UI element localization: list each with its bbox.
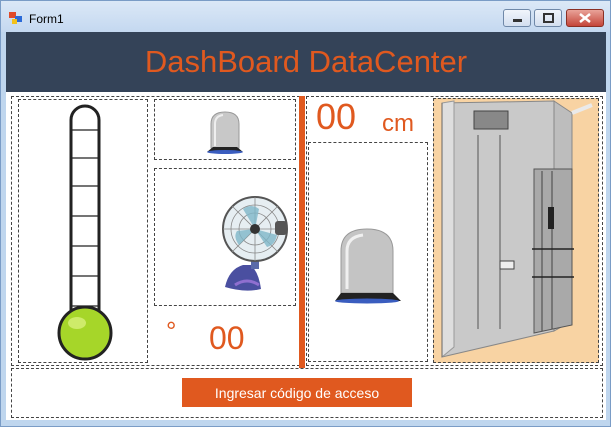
room-3d-icon: [441, 100, 593, 359]
app-window: Form1 DashBoard DataCenter ° 00 00 cm In…: [0, 0, 611, 427]
enter-access-code-button[interactable]: Ingresar código de acceso: [182, 378, 412, 407]
thermometer-box: [18, 99, 148, 363]
bell-jar-icon: [207, 111, 243, 154]
close-button[interactable]: [566, 9, 604, 27]
title-bar[interactable]: Form1: [1, 1, 610, 32]
dashboard-header: DashBoard DataCenter: [6, 32, 606, 92]
maximize-icon: [543, 13, 554, 23]
close-icon: [579, 13, 591, 23]
degree-symbol: °: [166, 316, 177, 346]
section-divider: [299, 96, 305, 368]
thermometer-icon: [57, 104, 113, 361]
maximize-button[interactable]: [534, 9, 562, 27]
indicator-box-large: [308, 142, 428, 362]
indicator-box-small: [154, 99, 296, 160]
temperature-value: 00: [209, 320, 245, 356]
bell-jar-icon: [335, 228, 401, 304]
minimize-icon: [513, 19, 522, 22]
dashboard-title: DashBoard DataCenter: [144, 44, 468, 79]
fan-box: [154, 168, 296, 306]
minimize-button[interactable]: [503, 9, 531, 27]
distance-value: 00: [316, 96, 357, 137]
room-diagram-box: [433, 98, 599, 363]
window-title: Form1: [29, 12, 64, 26]
form-icon: [9, 12, 22, 24]
form-client-area: DashBoard DataCenter ° 00 00 cm Ingresar…: [6, 32, 606, 420]
distance-unit: cm: [382, 110, 414, 137]
fan-icon: [222, 196, 288, 291]
